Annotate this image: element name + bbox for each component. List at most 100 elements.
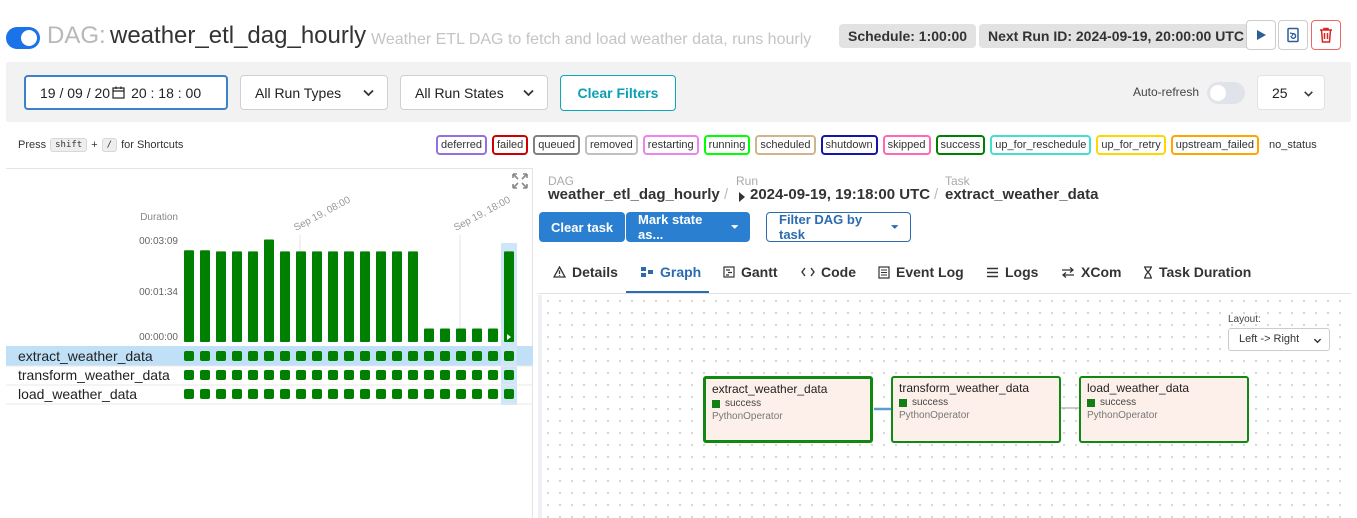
task-instance-square[interactable]: [472, 370, 482, 380]
base-date-input[interactable]: 19 / 09 / 20 20 : 18 : 00: [24, 75, 228, 110]
tab-task-duration[interactable]: Task Duration: [1143, 264, 1251, 280]
task-instance-square[interactable]: [456, 351, 466, 361]
expand-icon[interactable]: [512, 173, 528, 189]
task-instance-square[interactable]: [248, 389, 258, 399]
task-instance-square[interactable]: [216, 370, 226, 380]
task-instance-square[interactable]: [376, 351, 386, 361]
task-instance-square[interactable]: [392, 389, 402, 399]
task-instance-square[interactable]: [408, 351, 418, 361]
task-instance-square[interactable]: [488, 351, 498, 361]
legend-restarting[interactable]: restarting: [642, 135, 699, 155]
dag-pause-toggle[interactable]: [6, 27, 40, 49]
task-instance-square[interactable]: [504, 351, 514, 361]
legend-up-for-retry[interactable]: up_for_retry: [1096, 135, 1166, 155]
legend-upstream-failed[interactable]: upstream_failed: [1170, 135, 1259, 155]
graph-canvas[interactable]: Layout: Left -> Right extract_weather_da…: [538, 295, 1351, 518]
node-extract-weather-data[interactable]: extract_weather_data success PythonOpera…: [703, 376, 873, 443]
tab-xcom[interactable]: XCom: [1061, 264, 1121, 280]
mark-state-button[interactable]: Mark state as...: [626, 212, 750, 242]
task-instance-square[interactable]: [408, 370, 418, 380]
task-instance-square[interactable]: [376, 389, 386, 399]
task-instance-square[interactable]: [184, 351, 194, 361]
task-instance-square[interactable]: [488, 389, 498, 399]
task-instance-square[interactable]: [504, 370, 514, 380]
run-states-select[interactable]: All Run States: [400, 75, 548, 110]
task-instance-square[interactable]: [440, 351, 450, 361]
task-instance-square[interactable]: [216, 351, 226, 361]
run-types-select[interactable]: All Run Types: [240, 75, 388, 110]
calendar-icon[interactable]: [112, 86, 125, 99]
task-instance-square[interactable]: [232, 389, 242, 399]
task-instance-square[interactable]: [392, 370, 402, 380]
task-instance-square[interactable]: [232, 370, 242, 380]
clear-task-button[interactable]: Clear task: [539, 212, 626, 242]
task-instance-square[interactable]: [440, 370, 450, 380]
task-instance-square[interactable]: [488, 370, 498, 380]
task-instance-square[interactable]: [424, 370, 434, 380]
tab-gantt[interactable]: Gantt: [723, 264, 778, 280]
task-instance-square[interactable]: [184, 389, 194, 399]
tab-event-log[interactable]: Event Log: [878, 264, 964, 280]
parse-dag-button[interactable]: [1278, 20, 1308, 50]
task-instance-square[interactable]: [456, 370, 466, 380]
task-instance-square[interactable]: [472, 351, 482, 361]
node-transform-weather-data[interactable]: transform_weather_data success PythonOpe…: [891, 376, 1061, 443]
task-instance-square[interactable]: [280, 351, 290, 361]
task-instance-square[interactable]: [296, 351, 306, 361]
task-instance-square[interactable]: [456, 389, 466, 399]
legend-removed[interactable]: removed: [585, 135, 638, 155]
task-instance-square[interactable]: [200, 370, 210, 380]
task-instance-square[interactable]: [312, 370, 322, 380]
node-load-weather-data[interactable]: load_weather_data success PythonOperator: [1079, 376, 1249, 443]
crumb-task-value[interactable]: extract_weather_data: [945, 186, 1098, 203]
task-instance-square[interactable]: [184, 370, 194, 380]
legend-skipped[interactable]: skipped: [882, 135, 931, 155]
tab-code[interactable]: Code: [801, 264, 856, 280]
legend-running[interactable]: running: [703, 135, 751, 155]
trigger-dag-button[interactable]: [1246, 20, 1276, 50]
crumb-dag-value[interactable]: weather_etl_dag_hourly: [548, 186, 720, 203]
delete-dag-button[interactable]: [1311, 20, 1341, 50]
legend-deferred[interactable]: deferred: [436, 135, 487, 155]
task-instance-square[interactable]: [344, 351, 354, 361]
task-instance-square[interactable]: [408, 389, 418, 399]
task-instance-square[interactable]: [360, 370, 370, 380]
task-instance-square[interactable]: [344, 370, 354, 380]
task-instance-square[interactable]: [328, 351, 338, 361]
task-instance-square[interactable]: [424, 351, 434, 361]
task-instance-square[interactable]: [360, 351, 370, 361]
task-instance-square[interactable]: [328, 370, 338, 380]
task-instance-square[interactable]: [232, 351, 242, 361]
task-instance-square[interactable]: [296, 370, 306, 380]
tab-logs[interactable]: Logs: [986, 264, 1038, 280]
legend-failed[interactable]: failed: [491, 135, 529, 155]
tab-graph[interactable]: Graph: [640, 264, 701, 280]
legend-queued[interactable]: queued: [533, 135, 580, 155]
task-instance-square[interactable]: [200, 389, 210, 399]
crumb-run-value[interactable]: 2024-09-19, 19:18:00 UTC: [750, 186, 930, 203]
filter-dag-by-task-button[interactable]: Filter DAG by task: [766, 212, 911, 242]
task-instance-square[interactable]: [440, 389, 450, 399]
task-instance-square[interactable]: [248, 370, 258, 380]
num-runs-select[interactable]: 25: [1257, 75, 1325, 110]
task-instance-square[interactable]: [264, 389, 274, 399]
task-instance-square[interactable]: [312, 351, 322, 361]
legend-shutdown[interactable]: shutdown: [820, 135, 878, 155]
task-instance-square[interactable]: [312, 389, 322, 399]
tab-details[interactable]: Details: [553, 264, 618, 280]
task-instance-square[interactable]: [264, 351, 274, 361]
task-instance-square[interactable]: [392, 351, 402, 361]
task-row-label[interactable]: transform_weather_data: [18, 367, 170, 383]
task-instance-square[interactable]: [424, 389, 434, 399]
legend-up-for-reschedule[interactable]: up_for_reschedule: [990, 135, 1092, 155]
task-instance-square[interactable]: [248, 351, 258, 361]
legend-success[interactable]: success: [935, 135, 986, 155]
task-instance-square[interactable]: [328, 389, 338, 399]
legend-scheduled[interactable]: scheduled: [755, 135, 816, 155]
task-instance-square[interactable]: [216, 389, 226, 399]
task-instance-square[interactable]: [360, 389, 370, 399]
task-instance-square[interactable]: [376, 370, 386, 380]
task-instance-square[interactable]: [472, 389, 482, 399]
task-instance-square[interactable]: [264, 370, 274, 380]
clear-filters-button[interactable]: Clear Filters: [560, 75, 676, 111]
